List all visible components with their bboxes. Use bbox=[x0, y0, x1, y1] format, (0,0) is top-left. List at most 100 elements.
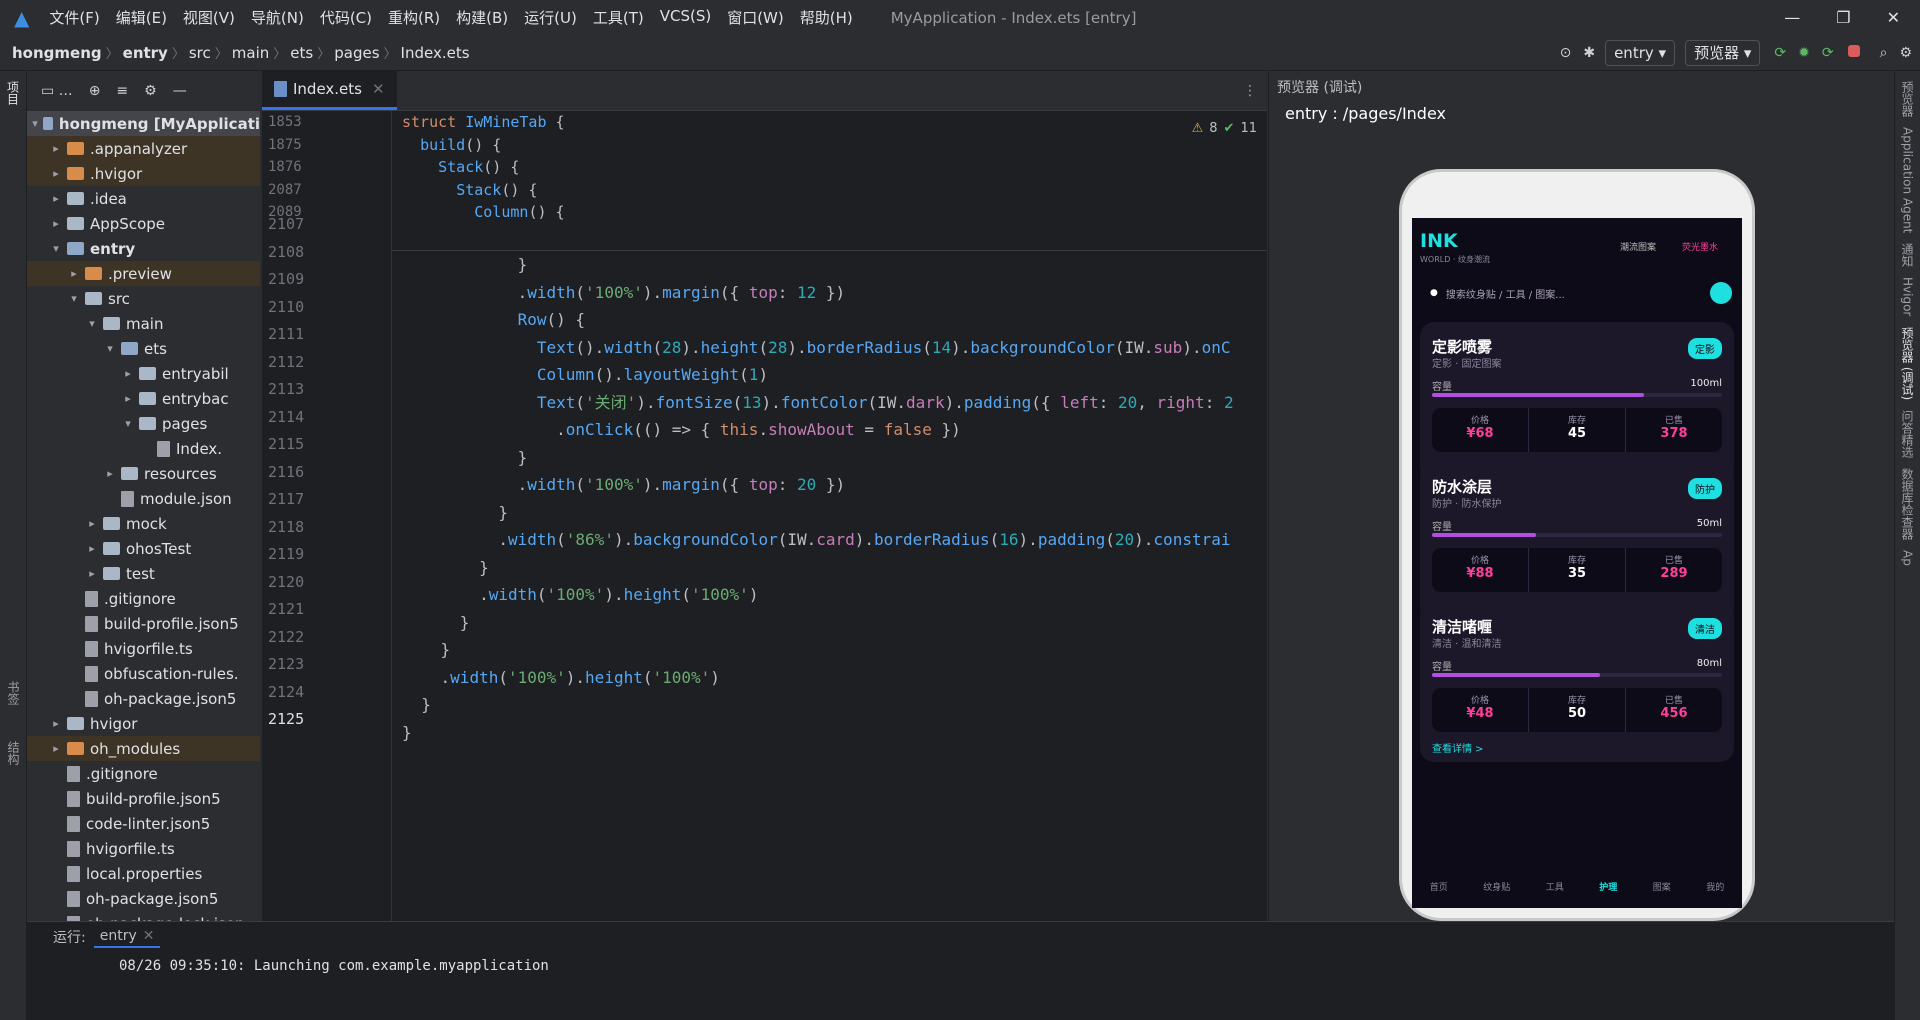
expand-arrow-icon[interactable]: ▾ bbox=[67, 292, 81, 305]
product-card[interactable]: 定影喷雾定影 · 固定图案定影100ml容量价格¥68库存45已售378查看详情… bbox=[1420, 322, 1734, 482]
expand-arrow-icon[interactable]: ▸ bbox=[121, 367, 135, 380]
settings-icon[interactable]: ⚙ bbox=[144, 83, 157, 99]
code-line[interactable]: } bbox=[402, 609, 1262, 637]
expand-arrow-icon[interactable]: ▸ bbox=[49, 167, 63, 180]
menu-item[interactable]: 构建(B) bbox=[448, 7, 516, 28]
device-screen[interactable]: INK WORLD · 纹身潮流 潮流图案 荧光墨水 ● 搜索纹身贴 / 工具 … bbox=[1412, 218, 1742, 908]
product-card[interactable]: 清洁啫喱 清洁 · 温和清洁 清洁 80ml 容量 价格 ¥48 库存 50 已售 456 查看详情 … bbox=[1420, 602, 1734, 762]
run-config-select[interactable]: entry ▾ bbox=[1605, 39, 1676, 66]
search-icon[interactable]: ⌕ bbox=[1880, 45, 1888, 61]
tree-item[interactable]: ▸ AppScope bbox=[27, 211, 260, 236]
tree-item[interactable]: ▾ src bbox=[27, 286, 260, 311]
rerun-icon[interactable]: ⟳ bbox=[1774, 45, 1786, 61]
menu-item[interactable]: 重构(R) bbox=[380, 7, 448, 28]
code-line[interactable]: Text('关闭').fontSize(13).fontColor(IW.dar… bbox=[402, 389, 1262, 417]
hide-icon[interactable]: — bbox=[173, 83, 187, 99]
menu-item[interactable]: 工具(T) bbox=[585, 7, 652, 28]
close-window-button[interactable]: ✕ bbox=[1887, 8, 1900, 27]
tree-item[interactable]: ▸ resources bbox=[27, 461, 260, 486]
tree-item[interactable]: .gitignore bbox=[27, 761, 260, 786]
expand-arrow-icon[interactable]: ▸ bbox=[49, 742, 63, 755]
menu-item[interactable]: 代码(C) bbox=[312, 7, 380, 28]
code-line[interactable]: } bbox=[402, 636, 1262, 664]
link-trend-patterns[interactable]: 潮流图案 bbox=[1620, 240, 1656, 253]
project-view-icon[interactable]: ▭ … bbox=[41, 83, 73, 99]
expand-arrow-icon[interactable]: ▾ bbox=[121, 417, 135, 430]
tree-item[interactable]: ▾ main bbox=[27, 311, 260, 336]
code-line[interactable]: .onClick(() => { this.showAbout = false … bbox=[402, 416, 1262, 444]
tree-item[interactable]: ▸ test bbox=[27, 561, 260, 586]
menu-item[interactable]: 视图(V) bbox=[175, 7, 243, 28]
tree-item[interactable]: hvigorfile.ts bbox=[27, 636, 260, 661]
tree-item[interactable]: ▸ entrybac bbox=[27, 386, 260, 411]
breadcrumb-item[interactable]: src bbox=[185, 44, 215, 62]
bug-icon[interactable]: ✱ bbox=[1583, 45, 1595, 61]
code-line[interactable] bbox=[402, 746, 1262, 774]
tree-item[interactable]: oh-package.json5 bbox=[27, 686, 260, 711]
breadcrumb-item[interactable]: pages bbox=[330, 44, 383, 62]
code-line[interactable]: .width('100%').margin({ top: 12 }) bbox=[402, 279, 1262, 307]
maximize-button[interactable]: ❐ bbox=[1836, 8, 1850, 27]
bottom-tab[interactable]: 首页 bbox=[1430, 880, 1448, 893]
menu-item[interactable]: 运行(U) bbox=[516, 7, 585, 28]
right-tool-tab[interactable]: 预览器 bbox=[1899, 81, 1916, 117]
right-tool-tab[interactable]: Ap bbox=[1901, 550, 1915, 566]
tree-item[interactable]: ▸ .idea bbox=[27, 186, 260, 211]
collapse-icon[interactable]: ≡ bbox=[116, 83, 128, 99]
tree-item[interactable]: build-profile.json5 bbox=[27, 611, 260, 636]
more-icon[interactable]: ⋮ bbox=[1243, 83, 1267, 99]
expand-arrow-icon[interactable]: ▸ bbox=[67, 267, 81, 280]
minimize-button[interactable]: — bbox=[1784, 8, 1800, 27]
code-line[interactable]: } bbox=[402, 499, 1262, 527]
expand-arrow-icon[interactable]: ▸ bbox=[121, 392, 135, 405]
expand-arrow-icon[interactable]: ▸ bbox=[103, 467, 117, 480]
menu-item[interactable]: 帮助(H) bbox=[792, 7, 861, 28]
tree-item[interactable]: local.properties bbox=[27, 861, 260, 886]
close-run-tab-icon[interactable]: ✕ bbox=[143, 928, 155, 944]
breadcrumb-item[interactable]: hongmeng bbox=[8, 44, 106, 62]
menu-item[interactable]: 导航(N) bbox=[243, 7, 312, 28]
view-details-link[interactable]: 查看详情 > bbox=[1432, 740, 1484, 755]
tree-item[interactable]: build-profile.json5 bbox=[27, 786, 260, 811]
code-line[interactable]: Row() { bbox=[402, 306, 1262, 334]
card-badge[interactable]: 定影 bbox=[1688, 338, 1722, 359]
project-tool-tab[interactable]: 项目 bbox=[5, 81, 22, 105]
right-tool-tab[interactable]: 数据库检查器 bbox=[1899, 468, 1916, 540]
tree-item[interactable]: .gitignore bbox=[27, 586, 260, 611]
debug-icon[interactable]: ✹ bbox=[1798, 45, 1810, 61]
code-line[interactable]: .width('86%').backgroundColor(IW.card).b… bbox=[402, 526, 1262, 554]
tree-item[interactable]: hvigorfile.ts bbox=[27, 836, 260, 861]
locate-icon[interactable]: ⊕ bbox=[89, 83, 101, 99]
bottom-tab[interactable]: 我的 bbox=[1706, 880, 1724, 893]
code-line[interactable]: } bbox=[402, 444, 1262, 472]
right-tool-tab[interactable]: 通知 bbox=[1899, 243, 1916, 267]
bottom-tab[interactable]: 纹身贴 bbox=[1483, 880, 1510, 893]
close-tab-icon[interactable]: ✕ bbox=[372, 80, 385, 98]
stop-icon[interactable] bbox=[1847, 44, 1860, 61]
expand-arrow-icon[interactable]: ▾ bbox=[49, 242, 63, 255]
expand-arrow-icon[interactable]: ▸ bbox=[85, 567, 99, 580]
menu-item[interactable]: 文件(F) bbox=[41, 7, 107, 28]
breadcrumb-item[interactable]: main bbox=[228, 44, 273, 62]
tree-item[interactable]: ▾ entry bbox=[27, 236, 260, 261]
tree-item[interactable]: ▸ .hvigor bbox=[27, 161, 260, 186]
target-icon[interactable]: ⊙ bbox=[1560, 45, 1572, 61]
tab-index-ets[interactable]: Index.ets ✕ bbox=[262, 70, 397, 110]
right-tool-tab[interactable]: Application Agent bbox=[1901, 127, 1915, 233]
code-line[interactable]: Column().layoutWeight(1) bbox=[402, 361, 1262, 389]
breadcrumb-item[interactable]: Index.ets bbox=[397, 44, 474, 62]
inspection-widget[interactable]: ⚠ 8 ✔ 11 bbox=[1192, 121, 1257, 136]
menu-item[interactable]: 窗口(W) bbox=[719, 7, 792, 28]
bottom-tab[interactable]: 护理 bbox=[1599, 880, 1617, 893]
expand-arrow-icon[interactable]: ▾ bbox=[31, 117, 39, 130]
expand-arrow-icon[interactable]: ▸ bbox=[85, 517, 99, 530]
product-card[interactable]: 防水涂层防护 · 防水保护防护50ml容量价格¥88库存35已售289查看详情 … bbox=[1420, 462, 1734, 622]
expand-arrow-icon[interactable]: ▸ bbox=[49, 142, 63, 155]
expand-arrow-icon[interactable]: ▸ bbox=[49, 717, 63, 730]
attach-icon[interactable]: ⟳ bbox=[1822, 45, 1834, 61]
code-line[interactable]: } bbox=[402, 554, 1262, 582]
code-area[interactable]: } .width('100%').margin({ top: 12 }) Row… bbox=[402, 251, 1262, 921]
code-line[interactable]: .width('100%').margin({ top: 20 }) bbox=[402, 471, 1262, 499]
card-badge[interactable]: 防护 bbox=[1688, 478, 1722, 499]
menu-item[interactable]: VCS(S) bbox=[652, 7, 719, 28]
